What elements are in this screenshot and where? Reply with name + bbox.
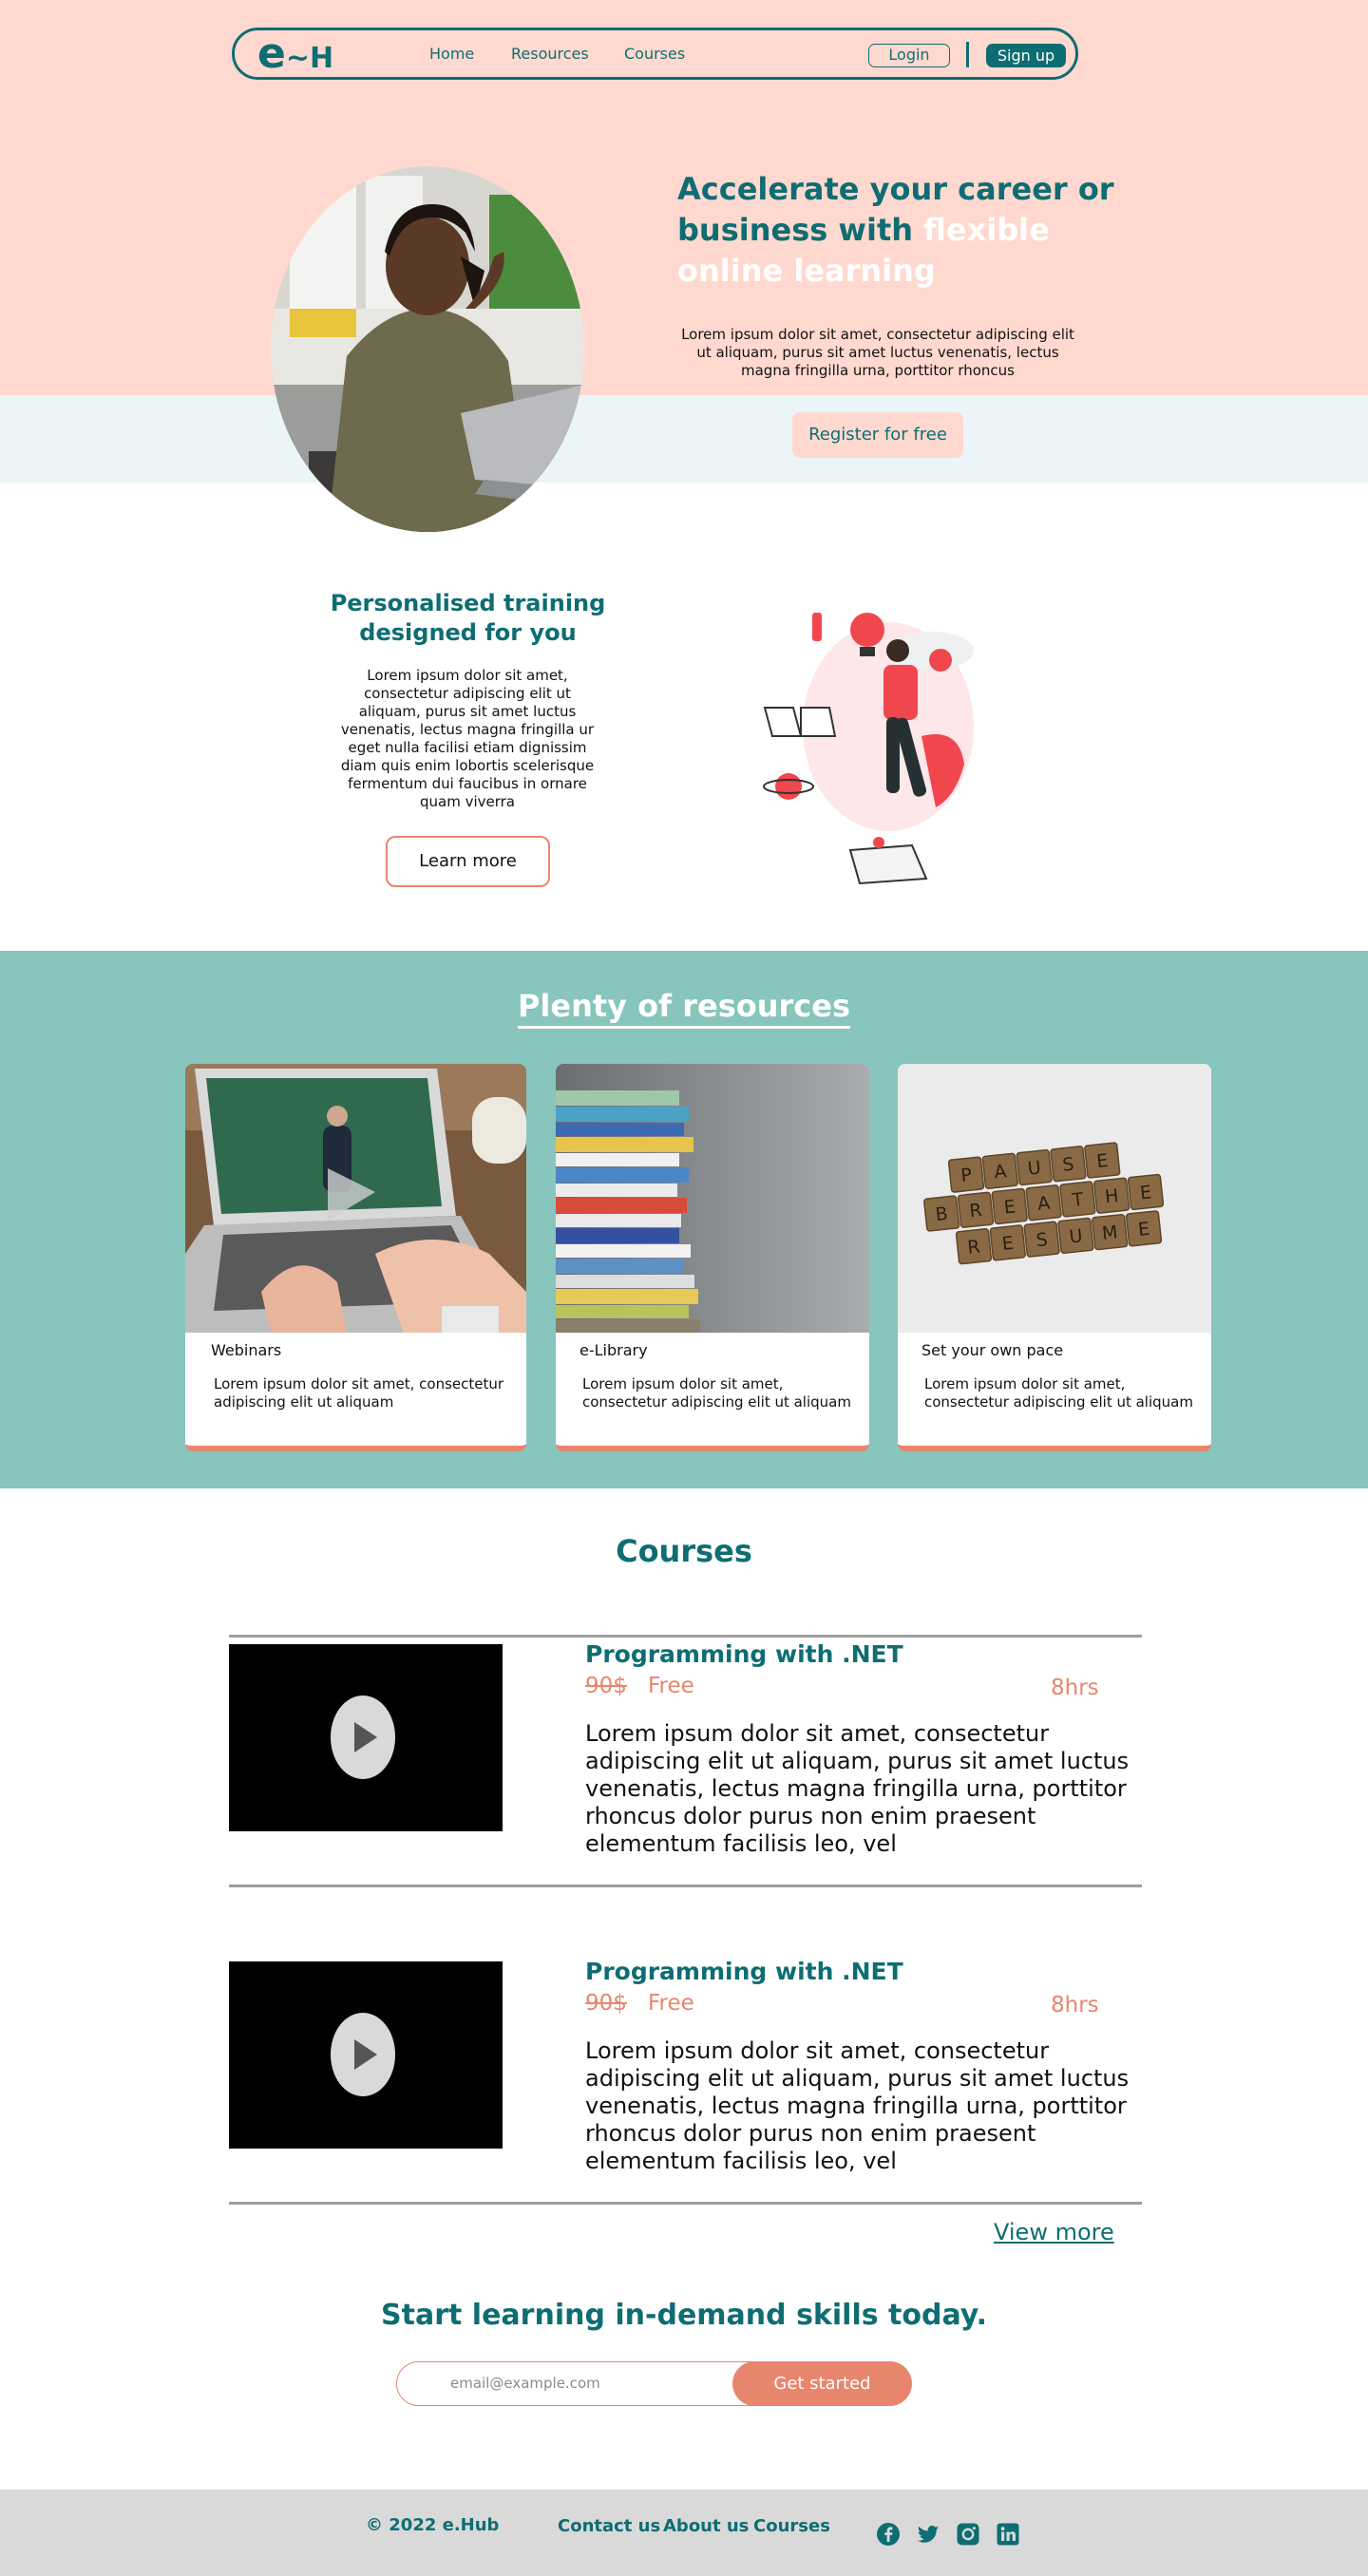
letter-tile-text: S	[1061, 1154, 1074, 1176]
course-description-1: Lorem ipsum dolor sit amet, consectetur …	[585, 1720, 1130, 1857]
footer-link-courses[interactable]: Courses	[753, 2516, 830, 2536]
letter-tile-text: H	[1104, 1185, 1120, 1207]
navbar: e~H Home Resources Courses Login Sign up	[232, 28, 1078, 80]
course-divider	[229, 2202, 1142, 2205]
course-divider	[229, 1635, 1142, 1638]
footer-link-about[interactable]: About us	[663, 2516, 749, 2536]
course-video-1[interactable]	[229, 1644, 503, 1831]
resource-card-own-pace[interactable]: PAUSEBREATHERESUME Set your own pace Lor…	[898, 1064, 1211, 1451]
course-duration-2: 8hrs	[1051, 1993, 1099, 2017]
learning-illustration	[755, 594, 1002, 907]
card-text-own-pace: Lorem ipsum dolor sit amet, consectetur …	[924, 1375, 1193, 1411]
letter-tile-text: A	[1036, 1193, 1051, 1215]
letter-tile-text: A	[993, 1161, 1007, 1183]
course-price-1: Free	[648, 1674, 694, 1698]
resource-card-elibrary[interactable]: e-Library Lorem ipsum dolor sit amet, co…	[556, 1064, 869, 1451]
letter-tile-text: B	[935, 1203, 949, 1225]
course-old-price-2: 90$	[585, 1991, 627, 2016]
card-label-own-pace: Set your own pace	[922, 1341, 1064, 1359]
play-icon	[354, 2039, 377, 2070]
copyright: © 2022 e.Hub	[366, 2515, 500, 2535]
facebook-icon[interactable]	[876, 2522, 901, 2547]
course-title-1[interactable]: Programming with .NET	[585, 1640, 903, 1668]
login-button[interactable]: Login	[868, 44, 950, 67]
letter-tile-text: U	[1068, 1225, 1083, 1247]
letter-tile-text: E	[1137, 1219, 1150, 1241]
letter-tile-text: M	[1101, 1222, 1119, 1244]
signup-form: Get started	[396, 2360, 912, 2406]
letter-tile-text: E	[1095, 1150, 1109, 1172]
letter-tile-text: S	[1036, 1229, 1049, 1251]
course-old-price-1: 90$	[585, 1674, 627, 1698]
nav-separator	[966, 42, 969, 67]
personalised-title: Personalised training designed for you	[330, 590, 606, 646]
letter-tile-text: R	[968, 1200, 982, 1222]
footer-link-contact[interactable]: Contact us	[558, 2516, 660, 2536]
webinars-image	[185, 1064, 526, 1333]
cta-title: Start learning in-demand skills today.	[381, 2299, 987, 2332]
letter-tile-text: R	[966, 1237, 980, 1259]
nav-link-home[interactable]: Home	[429, 45, 474, 63]
resources-title: Plenty of resources	[0, 988, 1368, 1029]
course-video-2[interactable]	[229, 1961, 503, 2149]
card-label-elibrary: e-Library	[580, 1341, 648, 1359]
twitter-icon[interactable]	[916, 2522, 940, 2547]
footer: © 2022 e.Hub Contact us About us Courses	[0, 2490, 1368, 2576]
email-input[interactable]	[450, 2362, 735, 2404]
instagram-icon[interactable]	[956, 2522, 980, 2547]
letter-tile-text: E	[1003, 1196, 1016, 1218]
view-more-link[interactable]: View more	[994, 2219, 1114, 2245]
logo-tail: ~H	[285, 42, 334, 75]
card-label-webinars: Webinars	[211, 1341, 282, 1359]
hero-title: Accelerate your career or business with …	[677, 169, 1114, 292]
resource-card-webinars[interactable]: Webinars Lorem ipsum dolor sit amet, con…	[185, 1064, 526, 1451]
own-pace-image: PAUSEBREATHERESUME	[898, 1064, 1211, 1333]
learn-more-button[interactable]: Learn more	[386, 836, 550, 887]
hero-text: Lorem ipsum dolor sit amet, consectetur …	[681, 326, 1074, 379]
elibrary-image	[556, 1064, 869, 1333]
get-started-button[interactable]: Get started	[732, 2360, 912, 2406]
register-button[interactable]: Register for free	[792, 412, 963, 458]
play-icon	[354, 1722, 377, 1752]
letter-tile-text: E	[1001, 1233, 1015, 1255]
card-text-elibrary: Lorem ipsum dolor sit amet, consectetur …	[582, 1375, 851, 1411]
nav-link-courses[interactable]: Courses	[624, 45, 685, 63]
course-description-2: Lorem ipsum dolor sit amet, consectetur …	[585, 2037, 1130, 2174]
personalised-text: Lorem ipsum dolor sit amet, consectetur …	[340, 667, 595, 810]
card-text-webinars: Lorem ipsum dolor sit amet, consectetur …	[214, 1375, 504, 1411]
logo-main: e	[257, 29, 286, 78]
signup-button[interactable]: Sign up	[986, 44, 1066, 67]
course-duration-1: 8hrs	[1051, 1676, 1099, 1700]
courses-title: Courses	[616, 1533, 752, 1569]
course-title-2[interactable]: Programming with .NET	[585, 1958, 903, 1985]
play-button[interactable]	[331, 2013, 395, 2096]
hero-band	[0, 395, 1368, 483]
logo[interactable]: e~H	[257, 33, 333, 80]
course-divider	[229, 1885, 1142, 1887]
letter-tile-text: E	[1139, 1182, 1152, 1203]
linkedin-icon[interactable]	[996, 2522, 1020, 2547]
course-price-2: Free	[648, 1991, 694, 2016]
letter-tile-text: P	[960, 1165, 973, 1186]
resources-title-text: Plenty of resources	[517, 988, 851, 1029]
letter-tile-text: U	[1027, 1157, 1042, 1179]
hero-photo	[271, 166, 584, 532]
nav-link-resources[interactable]: Resources	[511, 45, 589, 63]
play-button[interactable]	[331, 1695, 395, 1779]
